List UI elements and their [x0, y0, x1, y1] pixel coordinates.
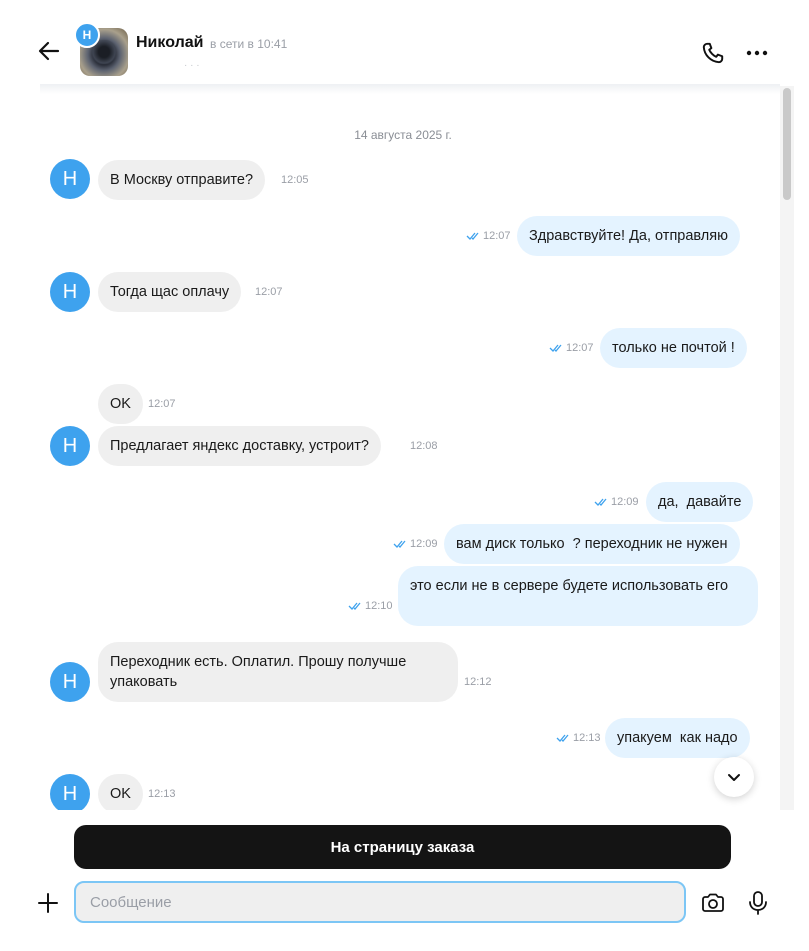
- message-time: 12:08: [410, 440, 438, 452]
- voice-message-button[interactable]: [745, 889, 771, 917]
- camera-button[interactable]: [700, 890, 726, 916]
- camera-icon: [702, 893, 724, 912]
- incoming-message[interactable]: OK: [98, 384, 143, 424]
- call-button[interactable]: [700, 40, 726, 66]
- incoming-message[interactable]: В Москву отправите?: [98, 160, 266, 200]
- plus-icon: [38, 893, 58, 913]
- message-time: 12:09: [611, 496, 639, 508]
- message-time: 12:05: [281, 174, 309, 186]
- phone-icon: [702, 42, 724, 64]
- mic-icon: [749, 891, 767, 915]
- back-button[interactable]: [34, 36, 64, 66]
- message-meta: 12:07: [466, 230, 511, 242]
- incoming-message[interactable]: Переходник есть. Оплатил. Прошу получше …: [98, 642, 458, 702]
- message-input[interactable]: [74, 881, 686, 923]
- double-check-icon: [466, 232, 479, 240]
- message-time: 12:13: [148, 788, 176, 800]
- message-time: 12:13: [573, 732, 601, 744]
- order-page-button[interactable]: На страницу заказа: [74, 825, 731, 869]
- outgoing-message[interactable]: вам диск только ? переходник не нужен: [444, 524, 740, 564]
- outgoing-message[interactable]: это если не в сервере будете использоват…: [398, 566, 758, 626]
- header-shadow: [40, 84, 780, 94]
- message-time: 12:07: [566, 342, 594, 354]
- more-icon: [746, 50, 768, 56]
- scroll-thumb[interactable]: [783, 88, 791, 200]
- contact-name[interactable]: Николай: [136, 34, 203, 52]
- incoming-message[interactable]: Тогда щас оплачу: [98, 272, 242, 312]
- message-meta: 12:09: [594, 496, 639, 508]
- attach-button[interactable]: [36, 891, 60, 915]
- outgoing-message[interactable]: Здравствуйте! Да, отправляю: [517, 216, 740, 256]
- contact-subtitle: · · ·: [184, 60, 200, 71]
- back-arrow-icon: [38, 41, 60, 61]
- sender-avatar[interactable]: Н: [50, 426, 90, 466]
- message-time: 12:07: [148, 398, 176, 410]
- incoming-message[interactable]: OK: [98, 774, 143, 814]
- message-time: 12:07: [483, 230, 511, 242]
- avatar-badge: Н: [74, 22, 100, 48]
- more-options-button[interactable]: [744, 40, 770, 66]
- chat-header: Н Николай в сети в 10:41 · · ·: [0, 0, 809, 86]
- incoming-message[interactable]: Предлагает яндекс доставку, устроит?: [98, 426, 381, 466]
- chevron-down-icon: [728, 774, 740, 781]
- message-meta: 12:13: [556, 732, 601, 744]
- outgoing-message[interactable]: да, давайте: [646, 482, 754, 522]
- sender-avatar[interactable]: Н: [50, 662, 90, 702]
- message-meta: 12:10: [348, 600, 393, 612]
- scroll-to-bottom-button[interactable]: [714, 757, 754, 797]
- date-divider: 14 августа 2025 г.: [354, 128, 452, 142]
- double-check-icon: [556, 734, 569, 742]
- sender-avatar[interactable]: Н: [50, 774, 90, 814]
- sender-avatar[interactable]: Н: [50, 272, 90, 312]
- message-time: 12:07: [255, 286, 283, 298]
- outgoing-message[interactable]: только не почтой !: [600, 328, 747, 368]
- chat-scrollbar[interactable]: [780, 86, 794, 810]
- outgoing-message[interactable]: упакуем как надо: [605, 718, 750, 758]
- message-meta: 12:09: [393, 538, 438, 550]
- double-check-icon: [348, 602, 361, 610]
- message-time: 12:12: [464, 676, 492, 688]
- double-check-icon: [549, 344, 562, 352]
- sender-avatar[interactable]: Н: [50, 159, 90, 199]
- message-time: 12:10: [365, 600, 393, 612]
- double-check-icon: [393, 540, 406, 548]
- double-check-icon: [594, 498, 607, 506]
- message-meta: 12:07: [549, 342, 594, 354]
- message-time: 12:09: [410, 538, 438, 550]
- contact-status: в сети в 10:41: [210, 37, 288, 51]
